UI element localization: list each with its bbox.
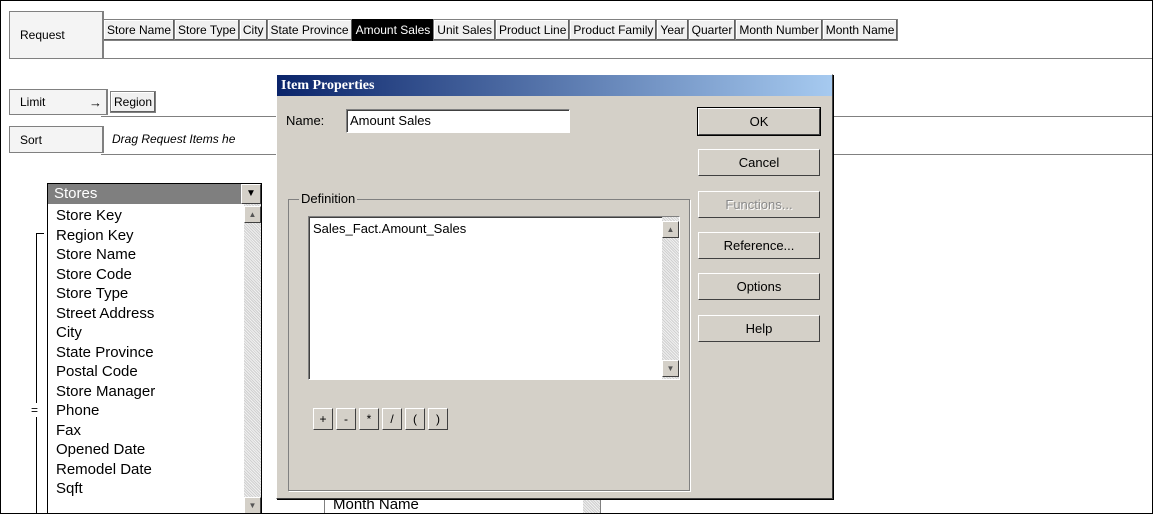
list-item[interactable]: Store Key — [56, 206, 241, 226]
list-item[interactable]: Store Manager — [56, 382, 241, 402]
list-item[interactable]: Store Type — [56, 284, 241, 304]
close-paren-button[interactable]: ) — [428, 408, 448, 430]
dialog-title: Item Properties — [277, 75, 832, 96]
list-item[interactable]: Sqft — [56, 479, 241, 499]
join-bracket-line — [36, 233, 37, 513]
equals-marker: = — [31, 403, 39, 417]
request-item[interactable]: Month Name — [821, 19, 899, 41]
request-item[interactable]: City — [238, 19, 267, 41]
name-label: Name: — [286, 113, 325, 128]
definition-label: Definition — [299, 191, 358, 206]
request-item[interactable]: Store Type — [174, 19, 239, 41]
item-properties-dialog: Item Properties Name: Amount Sales OK Ca… — [276, 74, 833, 499]
chevron-down-icon[interactable]: ▼ — [241, 184, 261, 204]
list-item[interactable]: Fax — [56, 421, 241, 441]
name-field[interactable]: Amount Sales — [346, 109, 570, 133]
scroll-up-icon[interactable]: ▲ — [244, 206, 261, 223]
list-item[interactable]: City — [56, 323, 241, 343]
scroll-down-icon[interactable]: ▼ — [662, 360, 679, 377]
divide-button[interactable]: / — [382, 408, 402, 430]
list-item[interactable]: Remodel Date — [56, 460, 241, 480]
request-item[interactable]: Unit Sales — [433, 19, 495, 41]
minus-button[interactable]: - — [336, 408, 356, 430]
query-window: Request Store Name Store Type City State Pr… — [0, 0, 1153, 514]
definition-text: Sales_Fact.Amount_Sales — [313, 221, 467, 236]
definition-textarea[interactable]: Sales_Fact.Amount_Sales ▲ ▼ — [308, 216, 680, 380]
stores-list-items: Store Key Region Key Store Name Store Code S… — [56, 206, 241, 499]
functions-button[interactable]: Functions... — [698, 191, 820, 218]
scroll-down-icon[interactable]: ▼ — [244, 497, 261, 513]
request-item[interactable]: Year — [656, 19, 688, 41]
list-item[interactable]: Store Name — [56, 245, 241, 265]
right-arrow-icon[interactable]: → — [89, 95, 102, 110]
list-item[interactable]: Street Address — [56, 304, 241, 324]
list-item[interactable]: Region Key — [56, 226, 241, 246]
list-item[interactable]: Phone — [56, 401, 241, 421]
multiply-button[interactable]: * — [359, 408, 379, 430]
limit-item-region[interactable]: Region — [110, 91, 157, 113]
sort-label: Sort — [9, 126, 104, 153]
request-item[interactable]: Amount Sales — [351, 19, 434, 41]
request-item[interactable]: Quarter — [687, 19, 736, 41]
options-button[interactable]: Options — [698, 273, 820, 300]
open-paren-button[interactable]: ( — [405, 408, 425, 430]
list-item[interactable]: Postal Code — [56, 362, 241, 382]
request-item[interactable]: Store Name — [103, 19, 175, 41]
limit-label: Limit — [20, 95, 46, 109]
name-field-value: Amount Sales — [350, 113, 431, 128]
limit-label-box: Limit → — [9, 89, 108, 115]
request-label: Request — [9, 11, 104, 59]
scroll-up-icon[interactable]: ▲ — [662, 221, 679, 238]
help-button[interactable]: Help — [698, 315, 820, 342]
request-bar-line — [101, 58, 1152, 59]
list-item[interactable]: State Province — [56, 343, 241, 363]
stores-list-scrollbar[interactable]: ▲ ▼ — [244, 204, 261, 513]
reference-button[interactable]: Reference... — [698, 232, 820, 259]
ok-button[interactable]: OK — [697, 107, 821, 136]
request-item[interactable]: State Province — [266, 19, 352, 41]
join-bracket-top — [36, 233, 44, 234]
list-item[interactable]: Opened Date — [56, 440, 241, 460]
request-item[interactable]: Month Number — [735, 19, 822, 41]
stores-list-title: Stores — [54, 185, 98, 202]
stores-list[interactable]: Stores ▼ Store Key Region Key Store Name St… — [47, 183, 262, 513]
cancel-button[interactable]: Cancel — [698, 149, 820, 176]
stores-list-header: Stores ▼ — [48, 184, 261, 204]
request-item[interactable]: Product Line — [495, 19, 570, 41]
request-items: Store Name Store Type City State Province Am… — [103, 19, 899, 41]
request-item[interactable]: Product Family — [569, 19, 657, 41]
list-item[interactable]: Store Code — [56, 265, 241, 285]
definition-scrollbar[interactable]: ▲ ▼ — [662, 217, 679, 379]
plus-button[interactable]: + — [313, 408, 333, 430]
